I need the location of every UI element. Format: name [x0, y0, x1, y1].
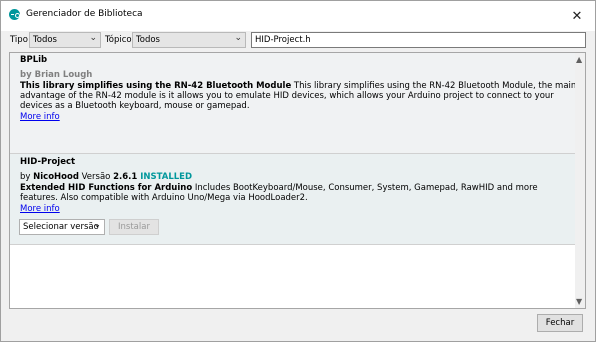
more-info-link[interactable]: More info — [20, 112, 60, 122]
window-title: Gerenciador de Biblioteca — [26, 9, 143, 19]
library-version: 2.6.1 — [113, 172, 138, 182]
version-select[interactable]: Selecionar versão ⌄ — [19, 219, 105, 235]
library-description-line1: Extended HID Functions for Arduino Inclu… — [20, 183, 538, 193]
chevron-down-icon: ⌄ — [93, 220, 101, 230]
scroll-down-icon[interactable]: ▼ — [576, 297, 582, 306]
scroll-up-icon[interactable]: ▲ — [576, 55, 582, 64]
version-label: Versão — [78, 172, 114, 182]
library-description-rest: Includes BootKeyboard/Mouse, Consumer, S… — [192, 183, 538, 193]
title-bar: Gerenciador de Biblioteca ✕ — [1, 1, 595, 31]
type-label: Tipo — [10, 35, 28, 45]
library-author: NicoHood — [33, 172, 79, 182]
chevron-down-icon: ⌄ — [234, 33, 242, 43]
library-author-line: by NicoHood Versão 2.6.1 INSTALLED — [20, 172, 192, 182]
library-description-rest: This library simplifies using the RN-42 … — [291, 81, 577, 91]
type-select[interactable]: Todos ⌄ — [29, 32, 101, 48]
library-description-title: Extended HID Functions for Arduino — [20, 183, 193, 193]
vertical-scrollbar[interactable]: ▲ ▼ — [575, 53, 585, 308]
topic-select-value: Todos — [136, 35, 160, 45]
library-description-line3: devices as a Bluetooth keyboard, mouse o… — [20, 101, 250, 111]
topic-label: Tópico — [105, 35, 132, 45]
library-item-bplib[interactable]: BPLib by Brian Lough This library simpli… — [10, 53, 577, 153]
library-description-line2: advantage of the RN-42 module is it allo… — [20, 91, 554, 101]
library-manager-window: Gerenciador de Biblioteca ✕ Tipo Todos ⌄… — [0, 0, 596, 342]
chevron-down-icon: ⌄ — [89, 33, 97, 43]
arduino-icon — [9, 9, 20, 20]
close-button[interactable]: Fechar — [537, 314, 583, 332]
search-input[interactable]: HID-Project.h — [251, 32, 586, 48]
install-button[interactable]: Instalar — [109, 219, 159, 235]
type-select-value: Todos — [33, 35, 57, 45]
library-name: HID-Project — [20, 157, 76, 167]
more-info-link[interactable]: More info — [20, 204, 60, 214]
library-author: by Brian Lough — [20, 70, 93, 80]
close-window-button[interactable]: ✕ — [559, 1, 595, 31]
by-label: by — [20, 172, 34, 182]
topic-select[interactable]: Todos ⌄ — [132, 32, 246, 48]
library-description-line1: This library simplifies using the RN-42 … — [20, 81, 576, 91]
library-description-title: This library simplifies using the RN-42 … — [20, 81, 292, 91]
version-select-value: Selecionar versão — [23, 222, 99, 232]
library-name: BPLib — [20, 55, 48, 65]
library-description-line2: features. Also compatible with Arduino U… — [20, 193, 308, 203]
library-list: BPLib by Brian Lough This library simpli… — [9, 52, 586, 309]
library-item-hid-project[interactable]: HID-Project by NicoHood Versão 2.6.1 INS… — [10, 153, 577, 245]
installed-badge: INSTALLED — [137, 172, 193, 182]
filter-bar: Tipo Todos ⌄ Tópico Todos ⌄ HID-Project.… — [1, 31, 595, 51]
